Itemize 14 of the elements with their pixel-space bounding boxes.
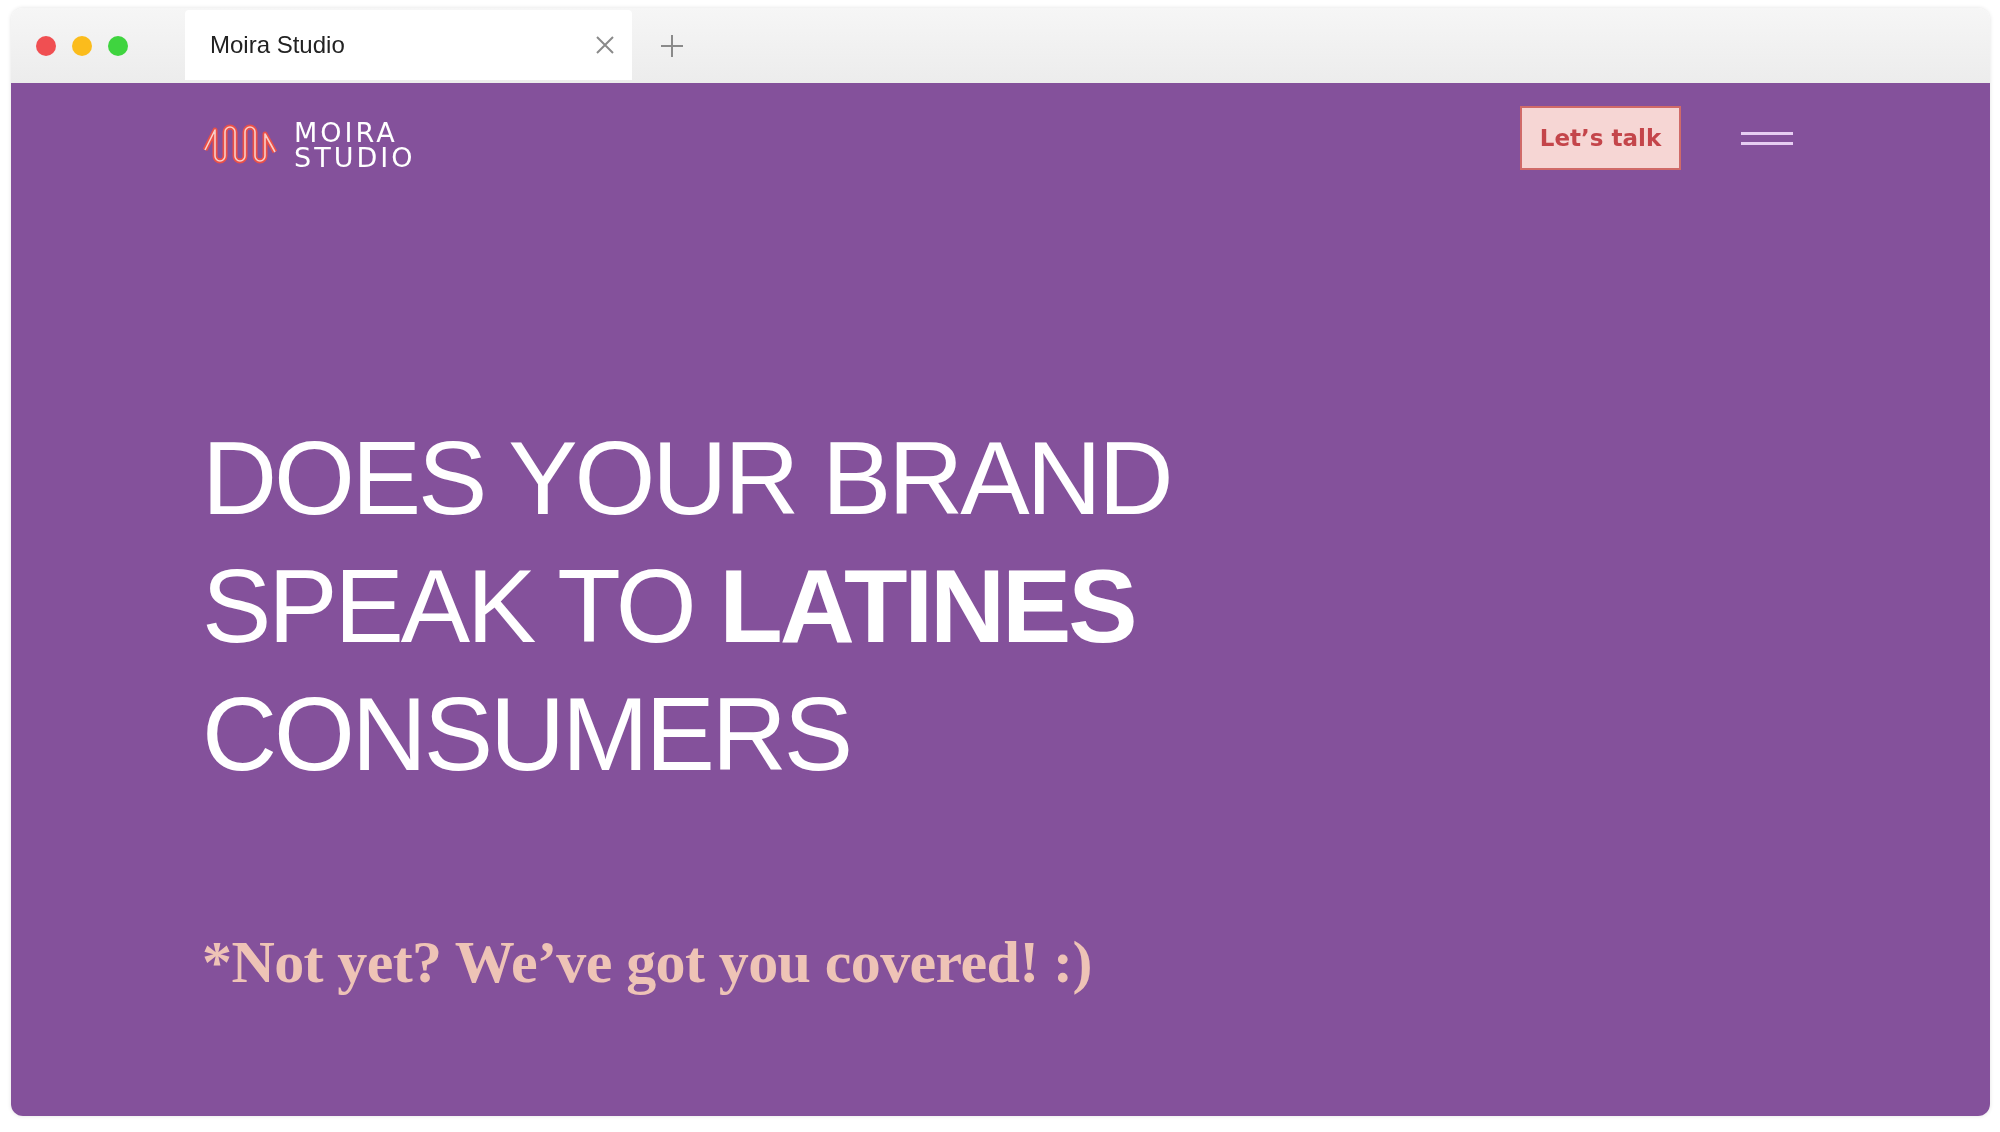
close-tab-button[interactable]	[596, 36, 614, 54]
headline: DOES YOUR BRAND SPEAK TO LATINES CONSUMERS	[202, 419, 1172, 794]
tab-title: Moira Studio	[210, 31, 345, 59]
close-window-icon[interactable]	[36, 35, 56, 56]
new-tab-button[interactable]	[661, 34, 683, 57]
maximize-window-icon[interactable]	[108, 35, 128, 56]
tagline: *Not yet? We’ve got you covered! :)	[202, 928, 1093, 997]
menu-icon	[1741, 131, 1793, 145]
browser-tab[interactable]: Moira Studio	[185, 10, 632, 80]
plus-icon	[661, 34, 683, 57]
close-icon	[596, 36, 614, 54]
lets-talk-button[interactable]: Let’s talk	[1520, 106, 1681, 170]
logo-wordmark[interactable]: MOIRA STUDIO	[294, 120, 416, 170]
menu-button[interactable]	[1741, 131, 1793, 145]
